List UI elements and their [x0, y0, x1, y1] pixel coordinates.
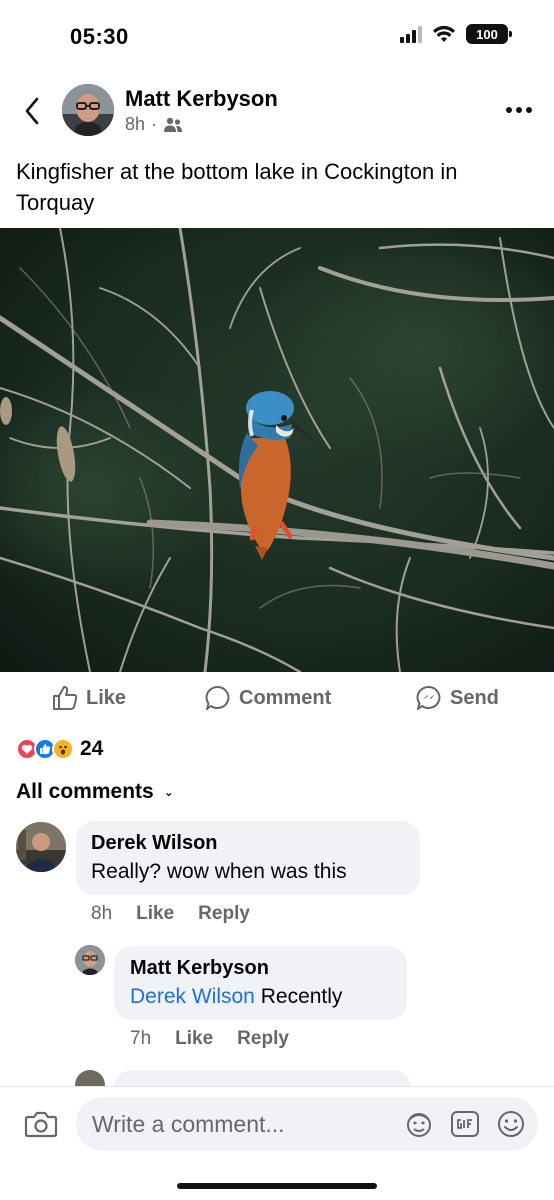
reply-meta: 7h Like Reply — [130, 1028, 289, 1050]
avatar-sticker-icon[interactable] — [404, 1109, 434, 1139]
post-age[interactable]: 8h — [125, 114, 145, 135]
more-options-button[interactable] — [502, 100, 536, 120]
next-comment-bubble — [114, 1070, 411, 1086]
like-label: Like — [86, 686, 127, 709]
next-comment-avatar — [75, 1070, 105, 1086]
reply-author[interactable]: Matt Kerbyson — [130, 957, 269, 980]
battery-indicator: 100 — [466, 24, 512, 44]
post-meta: 8h · — [125, 114, 183, 135]
comment-like-button[interactable]: Like — [136, 903, 174, 925]
reply-time: 7h — [130, 1028, 152, 1049]
reaction-summary[interactable]: 24 — [16, 736, 103, 762]
author-name[interactable]: Matt Kerbyson — [125, 86, 278, 112]
reply-text: Derek Wilson Recently — [130, 985, 342, 1009]
chevron-down-icon: ⌄ — [163, 785, 174, 799]
comment-label: Comment — [239, 686, 332, 709]
more-dot-icon — [506, 107, 512, 113]
comment-text: Really? wow when was this — [91, 860, 347, 883]
camera-button[interactable] — [24, 1109, 60, 1141]
post-header: Matt Kerbyson 8h · — [0, 80, 554, 144]
emoji-icon[interactable] — [496, 1109, 526, 1139]
separator-dot: · — [151, 114, 158, 134]
cellular-signal-icon — [400, 25, 422, 43]
comments-filter-dropdown[interactable]: All comments ⌄ — [16, 780, 174, 804]
reply-mention-link[interactable]: Derek Wilson — [130, 985, 255, 1008]
thumbs-up-icon — [53, 686, 78, 710]
reply-avatar[interactable] — [75, 945, 105, 975]
comment-bubble-icon — [205, 685, 230, 710]
author-avatar[interactable] — [62, 84, 114, 136]
like-button[interactable]: Like — [52, 680, 126, 716]
composer-icons — [404, 1109, 526, 1139]
reply-reply-button[interactable]: Reply — [237, 1028, 289, 1050]
comment-button[interactable]: Comment — [205, 680, 331, 716]
reaction-count: 24 — [80, 737, 104, 760]
chevron-left-icon — [25, 97, 39, 125]
messenger-icon — [416, 685, 441, 710]
reply-body: Recently — [260, 985, 343, 1008]
wifi-icon — [433, 25, 455, 42]
comment-bubble[interactable]: Derek Wilson Really? wow when was this — [76, 821, 420, 895]
wow-reaction-icon — [52, 738, 74, 760]
send-label: Send — [450, 686, 499, 709]
camera-icon — [24, 1111, 58, 1138]
status-icons: 100 — [400, 24, 512, 44]
comment-time: 8h — [91, 903, 113, 924]
reply-like-button[interactable]: Like — [175, 1028, 213, 1050]
post-text: Kingfisher at the bottom lake in Cocking… — [16, 159, 458, 215]
friends-icon — [164, 117, 183, 132]
comment-composer — [0, 1086, 554, 1200]
comment-meta: 8h Like Reply — [91, 903, 250, 925]
post-photo[interactable] — [0, 228, 554, 672]
comment-author[interactable]: Derek Wilson — [91, 832, 218, 855]
gif-icon[interactable] — [450, 1109, 480, 1139]
comment-reply-button[interactable]: Reply — [198, 903, 250, 925]
status-time: 05:30 — [70, 24, 129, 49]
home-indicator — [177, 1183, 377, 1189]
next-comment-partial — [0, 1068, 554, 1086]
reply-bubble[interactable]: Matt Kerbyson Derek Wilson Recently — [114, 946, 407, 1020]
send-button[interactable]: Send — [416, 680, 499, 716]
post-actions: Like Comment Send — [0, 680, 554, 718]
back-button[interactable] — [18, 94, 46, 128]
comments-filter-label: All comments — [16, 780, 154, 803]
status-bar: 05:30 100 — [0, 0, 554, 66]
commenter-avatar[interactable] — [16, 822, 66, 872]
